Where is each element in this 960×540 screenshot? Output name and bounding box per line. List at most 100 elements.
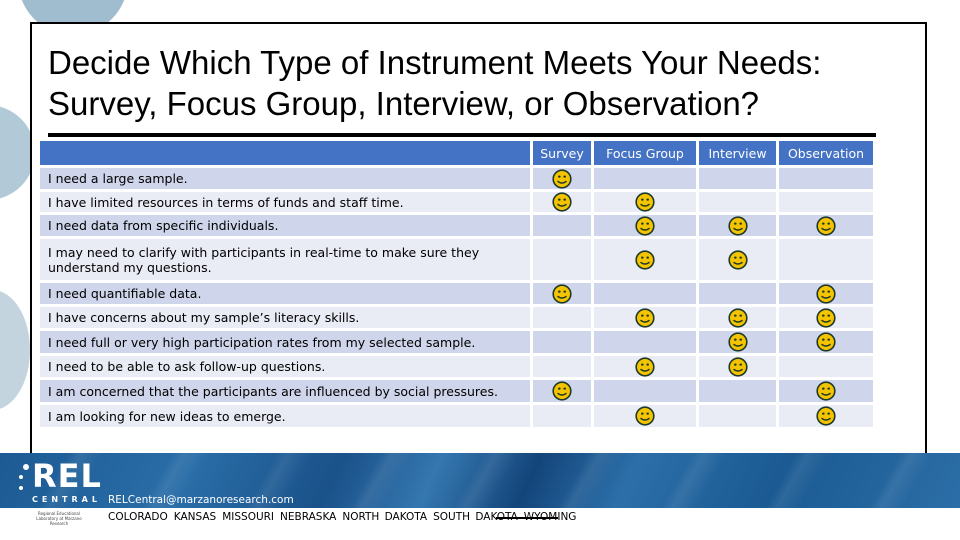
observation-cell: [779, 307, 876, 331]
criteria-cell: I have concerns about my sample’s litera…: [40, 307, 533, 331]
smiley-face-icon: [816, 406, 836, 426]
survey-cell: [533, 168, 594, 192]
smiley-face-icon: [727, 356, 748, 377]
table-row: I need to be able to ask follow-up quest…: [40, 356, 876, 380]
observation-cell: [779, 239, 876, 283]
interview-cell: [699, 192, 779, 215]
criteria-cell: I am concerned that the participants are…: [40, 380, 533, 405]
observation-cell: [779, 380, 876, 405]
state-name: NEBRASKA: [280, 511, 337, 523]
table-row: I am looking for new ideas to emerge.: [40, 405, 876, 430]
table-row: I need full or very high participation r…: [40, 331, 876, 356]
table-row: I need a large sample.: [40, 168, 876, 192]
state-name: KANSAS: [173, 511, 217, 523]
focus-group-cell: [594, 356, 699, 380]
footer-rule: [496, 517, 558, 519]
instrument-comparison-table: Survey Focus Group Interview Observation…: [40, 141, 876, 430]
survey-cell: [533, 307, 594, 331]
smiley-face-icon: [635, 307, 655, 328]
survey-cell: [533, 356, 594, 380]
interview-cell: [699, 307, 779, 331]
table-row: I have limited resources in terms of fun…: [40, 192, 876, 215]
header-focus-group: Focus Group: [594, 141, 699, 168]
survey-cell: [533, 239, 594, 283]
smiley-face-icon: [816, 307, 836, 328]
criteria-cell: I need a large sample.: [40, 168, 533, 192]
decorative-circle: [0, 290, 30, 410]
smiley-face-icon: [552, 381, 572, 401]
focus-group-cell: [594, 405, 699, 430]
slide-title: Decide Which Type of Instrument Meets Yo…: [48, 42, 821, 124]
observation-cell: [779, 356, 876, 380]
survey-cell: [533, 331, 594, 356]
smiley-face-icon: [727, 307, 748, 328]
smiley-face-icon: [816, 332, 836, 352]
focus-group-cell: [594, 192, 699, 215]
survey-cell: [533, 283, 594, 307]
interview-cell: [699, 283, 779, 307]
title-line-1: Decide Which Type of Instrument Meets Yo…: [48, 44, 822, 81]
smiley-face-icon: [635, 215, 655, 236]
smiley-face-icon: [727, 332, 748, 352]
interview-cell: [699, 168, 779, 192]
logo-text: REL: [32, 457, 102, 495]
smiley-face-icon: [816, 381, 836, 401]
focus-group-cell: [594, 168, 699, 192]
title-line-2: Survey, Focus Group, Interview, or Obser…: [48, 85, 760, 122]
smiley-face-icon: [552, 283, 572, 304]
focus-group-cell: [594, 239, 699, 283]
smiley-face-icon: [635, 406, 655, 426]
table-row: I have concerns about my sample’s litera…: [40, 307, 876, 331]
focus-group-cell: [594, 380, 699, 405]
header-survey: Survey: [533, 141, 594, 168]
logo-dots-icon: [19, 464, 29, 490]
table-row: I am concerned that the participants are…: [40, 380, 876, 405]
smiley-face-icon: [552, 168, 572, 189]
table-row: I need data from specific individuals.: [40, 215, 876, 239]
observation-cell: [779, 168, 876, 192]
survey-cell: [533, 380, 594, 405]
smiley-face-icon: [816, 283, 836, 304]
smiley-face-icon: [552, 192, 572, 212]
interview-cell: [699, 215, 779, 239]
header-criteria: [40, 141, 533, 168]
smiley-face-icon: [727, 215, 748, 236]
smiley-face-icon: [816, 215, 836, 236]
table-header-row: Survey Focus Group Interview Observation: [40, 141, 876, 168]
smiley-face-icon: [635, 192, 655, 212]
observation-cell: [779, 215, 876, 239]
interview-cell: [699, 380, 779, 405]
observation-cell: [779, 405, 876, 430]
header-interview: Interview: [699, 141, 779, 168]
criteria-cell: I need to be able to ask follow-up quest…: [40, 356, 533, 380]
focus-group-cell: [594, 331, 699, 356]
survey-cell: [533, 192, 594, 215]
interview-cell: [699, 356, 779, 380]
criteria-cell: I may need to clarify with participants …: [40, 239, 533, 283]
focus-group-cell: [594, 283, 699, 307]
criteria-cell: I need quantifiable data.: [40, 283, 533, 307]
observation-cell: [779, 192, 876, 215]
criteria-cell: I have limited resources in terms of fun…: [40, 192, 533, 215]
criteria-cell: I need data from specific individuals.: [40, 215, 533, 239]
contact-email[interactable]: RELCentral@marzanoresearch.com: [108, 494, 294, 506]
observation-cell: [779, 283, 876, 307]
state-name: NORTH DAKOTA: [342, 511, 428, 523]
focus-group-cell: [594, 307, 699, 331]
interview-cell: [699, 239, 779, 283]
interview-cell: [699, 331, 779, 356]
table-row: I may need to clarify with participants …: [40, 239, 876, 283]
smiley-face-icon: [635, 249, 655, 270]
logo-subtext: CENTRAL: [32, 495, 101, 504]
criteria-cell: I am looking for new ideas to emerge.: [40, 405, 533, 430]
smiley-face-icon: [635, 356, 655, 377]
smiley-face-icon: [727, 249, 748, 270]
logo-tagline: Regional Educational Laboratory at Marza…: [36, 511, 82, 526]
interview-cell: [699, 405, 779, 430]
title-underline: [48, 133, 876, 137]
table-body: I need a large sample. I have limited res…: [40, 168, 876, 430]
focus-group-cell: [594, 215, 699, 239]
header-observation: Observation: [779, 141, 876, 168]
criteria-cell: I need full or very high participation r…: [40, 331, 533, 356]
table-row: I need quantifiable data.: [40, 283, 876, 307]
